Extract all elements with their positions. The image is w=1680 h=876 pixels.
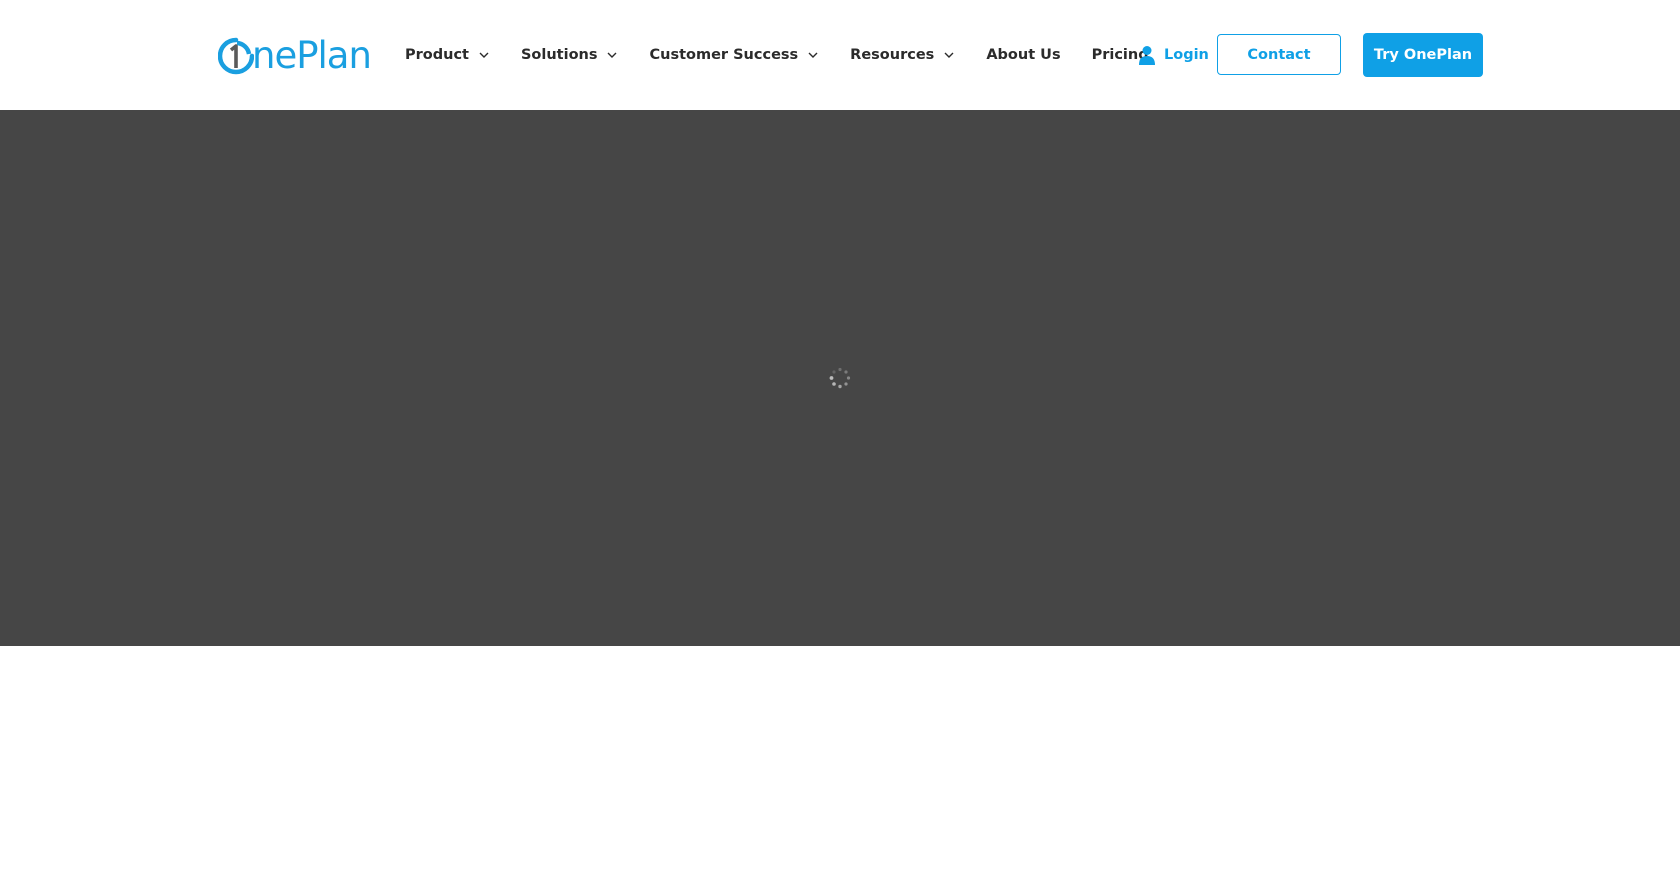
spinner-icon bbox=[829, 367, 851, 389]
logo-text: nePlan bbox=[252, 34, 372, 77]
chevron-down-icon bbox=[479, 52, 489, 58]
nav-label: Customer Success bbox=[649, 47, 799, 63]
nav-customer-success[interactable]: Customer Success bbox=[649, 47, 819, 63]
page-content-area bbox=[0, 646, 1680, 876]
main-nav: Product Solutions Customer Success Resou… bbox=[405, 41, 1180, 69]
nav-label: Solutions bbox=[520, 47, 598, 63]
chevron-down-icon bbox=[607, 52, 617, 58]
site-header: nePlan Product Solutions Customer Succes… bbox=[0, 0, 1680, 110]
user-icon bbox=[1139, 46, 1155, 65]
chevron-down-icon bbox=[944, 52, 954, 58]
contact-button[interactable]: Contact bbox=[1217, 34, 1341, 75]
chevron-down-icon bbox=[808, 52, 818, 58]
nav-resources[interactable]: Resources bbox=[850, 47, 955, 63]
try-oneplan-label: Try OnePlan bbox=[1373, 47, 1473, 63]
nav-label: Resources bbox=[850, 47, 935, 63]
nav-solutions[interactable]: Solutions bbox=[521, 47, 619, 63]
contact-label: Contact bbox=[1247, 46, 1311, 63]
nav-label: Product bbox=[405, 47, 469, 63]
nav-label: About Us bbox=[986, 47, 1061, 63]
nav-about-us[interactable]: About Us bbox=[986, 47, 1060, 63]
try-oneplan-button[interactable]: Try OnePlan bbox=[1363, 33, 1483, 77]
login-link[interactable]: Login bbox=[1139, 41, 1209, 69]
nav-product[interactable]: Product bbox=[405, 47, 490, 63]
oneplan-1-mark-icon bbox=[218, 37, 254, 75]
login-label: Login bbox=[1164, 47, 1209, 63]
oneplan-logo[interactable]: nePlan bbox=[218, 34, 372, 77]
